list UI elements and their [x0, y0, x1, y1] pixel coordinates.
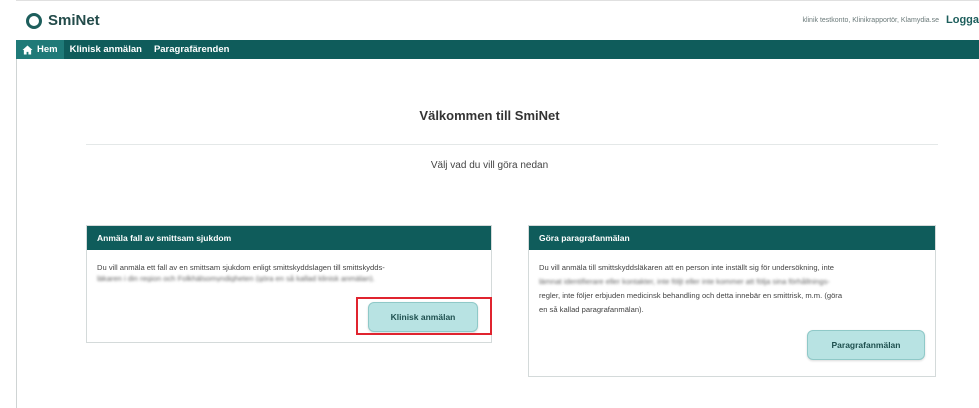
- card-text-line-clipped: läkaren i din region och Folkhälsomyndig…: [97, 275, 375, 282]
- nav-item-home[interactable]: Hem: [16, 40, 64, 59]
- user-info: klinik testkonto, Klinikrapportör, Klamy…: [802, 17, 939, 24]
- card-body: Du vill anmäla till smittskyddsläkaren a…: [529, 250, 935, 317]
- nav-item-paragrafarenden[interactable]: Paragrafärenden: [148, 40, 236, 59]
- page-title: Välkommen till SmiNet: [419, 108, 560, 123]
- card-body: Du vill anmäla ett fall av en smittsam s…: [87, 250, 491, 282]
- card-text-line: regler, inte följer erbjuden medicinsk b…: [539, 291, 843, 300]
- paragrafanmalan-button[interactable]: Paragrafanmälan: [807, 330, 925, 360]
- card-text-line: Du vill anmäla ett fall av en smittsam s…: [97, 263, 385, 272]
- logout-link[interactable]: Logga: [946, 14, 979, 26]
- nav-item-label: Paragrafärenden: [153, 44, 230, 55]
- logo-ring-icon: [26, 12, 42, 29]
- main-nav: Hem Klinisk anmälan Paragrafärenden: [16, 40, 979, 59]
- nav-item-label: Hem: [37, 44, 58, 55]
- card-paragraph-report: Göra paragrafanmälan Du vill anmäla till…: [528, 225, 936, 377]
- card-header: Anmäla fall av smittsam sjukdom: [87, 226, 491, 250]
- app-name: SmiNet: [48, 12, 100, 29]
- divider: [86, 144, 938, 145]
- page-subtitle: Välj vad du vill göra nedan: [430, 160, 549, 171]
- nav-item-label: Klinisk anmälan: [69, 44, 142, 55]
- card-text-line: en så kallad paragrafanmälan).: [539, 305, 644, 314]
- top-header: SmiNet klinik testkonto, Klinikrapportör…: [16, 0, 979, 42]
- nav-item-klinisk-anmalan[interactable]: Klinisk anmälan: [64, 40, 148, 59]
- highlight-box: [356, 297, 492, 335]
- home-icon: [22, 44, 33, 55]
- card-text-line: lämnat identifierare eller kontakter, in…: [539, 277, 830, 286]
- card-header: Göra paragrafanmälan: [529, 226, 935, 250]
- app-logo[interactable]: SmiNet: [26, 12, 100, 29]
- card-text-line: Du vill anmäla till smittskyddsläkaren a…: [539, 263, 835, 272]
